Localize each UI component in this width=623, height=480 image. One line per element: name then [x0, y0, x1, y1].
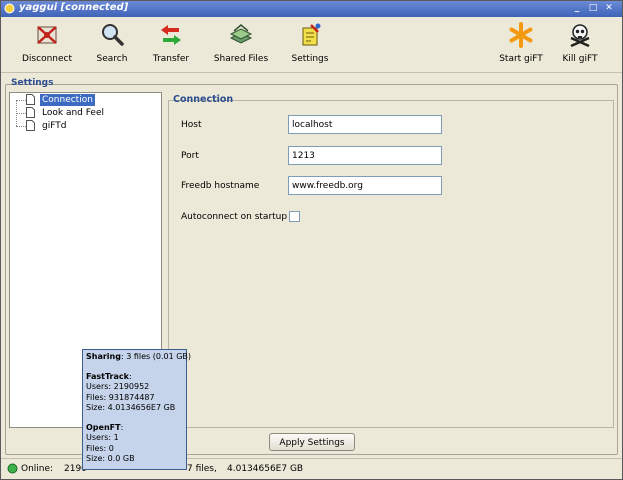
autoconnect-label: Autoconnect on startup — [181, 212, 288, 222]
window-title: yaggui [connected] — [19, 2, 129, 13]
tree-item-label: giFTd — [42, 121, 67, 131]
shared-files-button[interactable]: Shared Files — [211, 22, 271, 70]
search-label: Search — [96, 54, 128, 64]
tree-connector — [16, 100, 26, 101]
tooltip-oft-files: Files: 0 — [86, 443, 114, 453]
autoconnect-checkbox[interactable] — [289, 211, 300, 222]
document-icon — [26, 94, 35, 105]
tree-item-label: Connection — [40, 94, 95, 106]
transfer-button[interactable]: Transfer — [149, 22, 193, 70]
start-gift-label: Start giFT — [499, 54, 543, 64]
host-input[interactable] — [288, 115, 442, 134]
connection-panel-title: Connection — [173, 94, 234, 105]
tooltip-ft-files: Files: 931874487 — [86, 392, 155, 402]
settings-icon — [302, 23, 321, 46]
status-files: 7 files, — [187, 464, 217, 474]
tooltip-ft-users: Users: 2190952 — [86, 382, 150, 391]
title-bar[interactable]: yaggui [connected] _ □ ✕ — [1, 1, 622, 17]
search-button[interactable]: Search — [90, 22, 134, 70]
transfer-arrows-icon — [161, 25, 181, 45]
document-icon — [26, 107, 35, 118]
status-size: 4.0134656E7 GB — [227, 464, 304, 474]
freedb-hostname-input[interactable] — [288, 176, 442, 195]
network-stats-tooltip: Sharing: 3 files (0.01 GB) FastTrack: Us… — [82, 349, 191, 470]
disconnect-icon — [37, 26, 57, 44]
tooltip-sharing-row: Sharing: 3 files (0.01 GB) — [86, 352, 191, 363]
tooltip-openft-row: OpenFT: — [86, 423, 183, 434]
shared-files-icon — [229, 24, 253, 44]
status-state: Online: — [21, 464, 54, 474]
tooltip-fasttrack-row: FastTrack: — [86, 372, 183, 383]
port-input[interactable] — [288, 146, 442, 165]
tooltip-colon: : — [120, 422, 124, 432]
kill-gift-button[interactable]: Kill giFT — [559, 22, 601, 70]
main-window: yaggui [connected] _ □ ✕ Disconnect Sear… — [0, 0, 623, 480]
settings-button[interactable]: Settings — [288, 22, 332, 70]
settings-label: Settings — [291, 54, 329, 64]
tooltip-openft-label: OpenFT — [86, 422, 121, 432]
tooltip-sharing-label: Sharing — [86, 352, 121, 361]
disconnect-button[interactable]: Disconnect — [19, 22, 75, 70]
tooltip-sharing-value: : 3 files (0.01 GB) — [120, 352, 192, 361]
toolbar: Disconnect Search Transfer Shared Files — [1, 18, 622, 73]
tooltip-fasttrack-label: FastTrack — [86, 371, 129, 381]
freedb-hostname-label: Freedb hostname — [181, 181, 260, 191]
document-icon — [26, 120, 35, 131]
port-label: Port — [181, 151, 199, 161]
asterisk-icon — [509, 22, 533, 48]
tooltip-oft-users: Users: 1 — [86, 433, 119, 442]
app-icon — [4, 3, 15, 14]
tree-connector — [16, 113, 26, 114]
minimize-button[interactable]: _ — [571, 3, 583, 14]
tooltip-ft-size: Size: 4.0134656E7 GB — [86, 403, 176, 412]
tree-item-label: Look and Feel — [42, 108, 104, 118]
tree-connector — [16, 126, 26, 127]
maximize-button[interactable]: □ — [587, 3, 599, 14]
online-status-icon — [7, 463, 18, 474]
host-label: Host — [181, 120, 202, 130]
tooltip-oft-size: Size: 0.0 GB — [86, 454, 135, 463]
magnifier-icon — [102, 24, 124, 46]
skull-icon — [570, 24, 590, 48]
disconnect-label: Disconnect — [22, 54, 72, 64]
kill-gift-label: Kill giFT — [562, 54, 598, 64]
close-button[interactable]: ✕ — [603, 3, 615, 14]
start-gift-button[interactable]: Start giFT — [497, 22, 545, 70]
settings-group-label: Settings — [11, 78, 54, 88]
transfer-label: Transfer — [152, 54, 190, 64]
shared-files-label: Shared Files — [213, 54, 269, 64]
apply-settings-button[interactable]: Apply Settings — [269, 433, 355, 451]
tooltip-colon: : — [128, 371, 132, 381]
